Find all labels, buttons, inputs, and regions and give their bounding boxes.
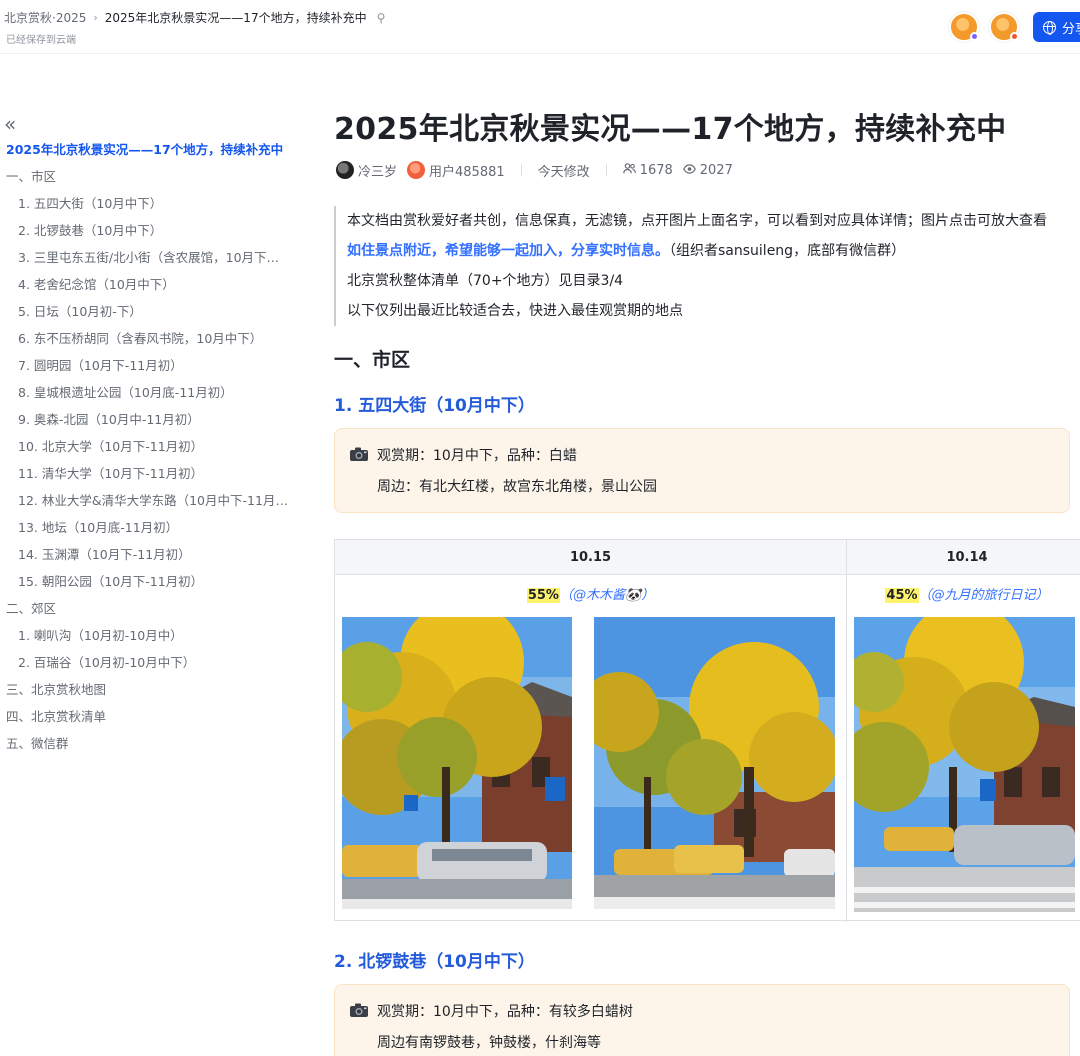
save-status: 已经保存到云端 [6, 35, 76, 46]
toc-item[interactable]: 14. 玉渊潭（10月下-11月初） [0, 545, 290, 572]
nearby-info: 周边有南锣鼓巷，钟鼓楼，什刹海等 [377, 1035, 601, 1051]
page-title: 2025年北京秋景实况——17个地方，持续补充中 [334, 112, 1007, 147]
photo-ginkgo-street[interactable] [342, 617, 572, 909]
place-heading: 2. 北锣鼓巷（10月中下） [334, 952, 535, 972]
toc-item[interactable]: 13. 地坛（10月底-11月初） [0, 518, 290, 545]
toc-item[interactable]: 1. 五四大街（10月中下） [0, 194, 290, 221]
toc-item[interactable]: 5. 日坛（10月初-下） [0, 302, 290, 329]
quote-line: 以下仅列出最近比较适合去，快进入最佳观赏期的地点 [347, 303, 683, 319]
toc-item[interactable]: 1. 喇叭沟（10月初-10月中） [0, 626, 290, 653]
toc-item[interactable]: 2025年北京秋景实况——17个地方，持续补充中 [0, 140, 290, 167]
people-icon [622, 163, 636, 177]
toc-item[interactable]: 11. 清华大学（10月下-11月初） [0, 464, 290, 491]
toc-item[interactable]: 12. 林业大学&清华大学东路（10月中下-11月初） [0, 491, 290, 518]
table-header: 10.15 10.14 [335, 540, 1080, 575]
avatar[interactable] [407, 161, 426, 179]
breadcrumb-root[interactable]: 北京赏秋·2025 [4, 9, 86, 26]
toc-item[interactable]: 4. 老舍纪念馆（10月中下） [0, 275, 290, 302]
avatar[interactable] [336, 161, 354, 179]
toc-list: 2025年北京秋景实况——17个地方，持续补充中 一、市区 1. 五四大街（10月中… [0, 140, 290, 761]
foliage-percent: 45% [885, 588, 919, 603]
toc-item[interactable]: 6. 东不压桥胡同（含春风书院，10月中下） [0, 329, 290, 356]
quote-line: 本文档由赏秋爱好者共创，信息保真，无滤镜，点开图片上面名字，可以看到对应具体详情… [347, 213, 1047, 229]
eye-icon [682, 163, 696, 177]
place-heading: 1. 五四大街（10月中下） [334, 396, 535, 416]
intro-quote: 本文档由赏秋爱好者共创，信息保真，无滤镜，点开图片上面名字，可以看到对应具体详情… [334, 206, 1080, 326]
toc-item[interactable]: 7. 圆明园（10月下-11月初） [0, 356, 290, 383]
avatar[interactable] [989, 12, 1019, 42]
toc-item[interactable]: 三、北京赏秋地图 [0, 680, 290, 707]
toc-item[interactable]: 15. 朝阳公园（10月下-11月初） [0, 572, 290, 599]
top-bar: 北京赏秋·2025 › 2025年北京秋景实况——17个地方，持续补充中 ⚲ 已… [0, 0, 1080, 54]
toc-item[interactable]: 四、北京赏秋清单 [0, 707, 290, 734]
modified-time: 今天修改 [537, 164, 590, 180]
view-count: 2027 [699, 162, 733, 178]
photo-caption: 55%（@木木酱🐼） [335, 584, 846, 603]
doc-meta: 冷三岁 用户485881 今天修改 1678 2027 [336, 160, 733, 180]
credit-link[interactable]: （@九月的旅行日记） [919, 588, 1049, 603]
photo-table: 10.15 10.14 55%（@木木酱🐼） 45%（@九月的旅行日记） [334, 539, 1080, 922]
quote-highlight: 如住景点附近，希望能够一起加入，分享实时信息。 [347, 243, 669, 259]
globe-icon [1043, 20, 1056, 35]
toc-item[interactable]: 2. 北锣鼓巷（10月中下） [0, 221, 290, 248]
breadcrumb: 北京赏秋·2025 › 2025年北京秋景实况——17个地方，持续补充中 ⚲ [4, 9, 385, 26]
info-callout: 观赏期：10月中下，品种：有较多白蜡树 周边有南锣鼓巷，钟鼓楼，什刹海等 [334, 984, 1070, 1056]
column-header-date: 10.14 [946, 550, 988, 565]
viewing-period: 观赏期：10月中下，品种：白蜡 [377, 448, 577, 464]
section-heading: 一、市区 [334, 349, 411, 371]
author-name[interactable]: 冷三岁 [358, 161, 397, 180]
photo-ginkgo-corner[interactable] [854, 617, 1075, 912]
toc-item[interactable]: 2. 百瑞谷（10月初-10月中下） [0, 653, 290, 680]
toc-item[interactable]: 五、微信群 [0, 734, 290, 761]
chevron-right-icon: › [93, 11, 98, 24]
toc-item[interactable]: 8. 皇城根遗址公园（10月底-11月初） [0, 383, 290, 410]
photo-ginkgo-trees[interactable] [594, 617, 835, 909]
toc-item[interactable]: 二、郊区 [0, 599, 290, 626]
credit-link[interactable]: （@木木酱🐼） [560, 588, 654, 603]
collaborator-count: 1678 [639, 162, 673, 178]
quote-line: 如住景点附近，希望能够一起加入，分享实时信息。（组织者sansuileng，底部… [347, 236, 1080, 266]
toc-item[interactable]: 一、市区 [0, 167, 290, 194]
column-header-date: 10.15 [569, 550, 612, 565]
toc-item[interactable]: 10. 北京大学（10月下-11月初） [0, 437, 290, 464]
camera-icon [350, 1003, 368, 1017]
quote-text: （组织者sansuileng，底部有微信群） [669, 243, 906, 259]
pin-icon[interactable]: ⚲ [377, 11, 386, 25]
share-button[interactable]: 分享 [1033, 12, 1080, 42]
viewing-period: 观赏期：10月中下，品种：有较多白蜡树 [377, 1004, 633, 1020]
foliage-percent: 55% [526, 588, 560, 603]
author-name[interactable]: 用户485881 [429, 161, 505, 180]
info-callout: 观赏期：10月中下，品种：白蜡 周边：有北大红楼，故宫东北角楼，景山公园 [334, 428, 1070, 513]
breadcrumb-doc-title[interactable]: 2025年北京秋景实况——17个地方，持续补充中 [105, 9, 367, 26]
share-label: 分享 [1062, 21, 1080, 37]
nearby-info: 周边：有北大红楼，故宫东北角楼，景山公园 [377, 479, 657, 495]
toc-item[interactable]: 3. 三里屯东五街/北小街（含农展馆，10月下旬） [0, 248, 290, 275]
quote-line: 北京赏秋整体清单（70+个地方）见目录3/4 [347, 273, 624, 289]
camera-icon [350, 447, 368, 461]
collapse-sidebar-icon[interactable]: « [4, 114, 16, 134]
photo-caption: 45%（@九月的旅行日记） [847, 584, 1080, 603]
toc-item[interactable]: 9. 奥森-北园（10月中-11月初） [0, 410, 290, 437]
avatar[interactable] [949, 12, 979, 42]
